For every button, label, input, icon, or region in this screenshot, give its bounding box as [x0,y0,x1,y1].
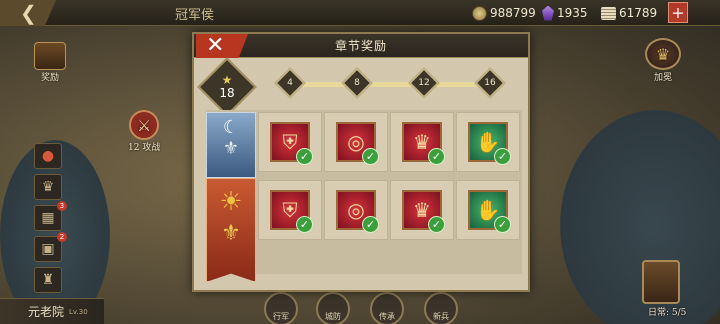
gold-eagle-banner: ☀ ⚜ [206,178,256,282]
campaign-label: 12 攻战 [128,143,161,153]
star-total: ★ 18 [206,64,248,110]
gauntlet-icon: ✋ ✓ [468,122,511,165]
crown-icon: ♛ ✓ [402,122,445,165]
check-icon: ✓ [428,148,445,165]
armor-icon: ⛨ ✓ [270,122,313,165]
armor-icon: ⛨ ✓ [270,190,313,233]
add-resource-button[interactable]: + [668,2,688,23]
ring-icon: ◎ ✓ [336,190,379,233]
reward-cell[interactable]: ◎ ✓ [324,112,388,172]
treasure-map-button[interactable]: 奖励 [34,42,66,83]
purple-gem-icon [542,5,554,21]
daily-chest-button[interactable] [642,260,680,304]
progress-track [288,82,480,87]
reward-cell[interactable]: ✋ ✓ [456,180,520,240]
side-button-resources[interactable]: ● [34,143,62,169]
silver-eagle-banner: ☾ ⚜ [206,112,256,178]
reward-cell[interactable]: ◎ ✓ [324,180,388,240]
bottom-nav-defense[interactable]: 城防 [316,292,350,324]
bottom-nav-label: 城防 [325,312,341,321]
close-icon: ✕ [206,33,225,58]
ring-icon: ◎ ✓ [336,122,379,165]
sun-icon: ☀ [219,187,243,217]
crown-label: 加冕 [653,73,672,83]
back-arrow-icon: ❮ [20,1,37,25]
gem-value: 1935 [557,6,588,20]
side-button-chest[interactable]: ▣ 2 [34,232,67,262]
senate-panel[interactable]: 元老院 Lv.30 [0,298,104,324]
silver-eagle-icon: ⚜ [222,138,240,159]
reward-cell[interactable]: ♛ ✓ [390,180,454,240]
gold-eagle-icon: ⚜ [221,221,241,246]
treasure-label: 奖励 [40,73,59,83]
scroll-counter: 61789 [601,4,657,22]
check-icon: ✓ [362,148,379,165]
crown-icon: ♛ ✓ [402,190,445,233]
side-button-film[interactable]: ▦ 3 [34,201,67,231]
sea-area [560,110,720,324]
chapter-rewards-dialog: ✕ 章节奖励 ★ 18 4 8 12 16 ☾ ⚜ ☀ ⚜ ⛨ ✓ ◎ ✓ ♛ ✓ ✋… [192,32,530,292]
check-icon: ✓ [428,216,445,233]
bottom-nav-label: 行军 [273,312,289,321]
gauntlet-icon: ✋ ✓ [468,190,511,233]
coins-icon: ● [41,148,55,164]
senate-level: Lv.30 [69,307,88,316]
star-total-value: 18 [219,86,235,100]
crossed-swords-icon: ⚔ [129,110,160,140]
top-bar: ❮ 冠军侯 988799 1935 61789 + [0,0,720,26]
reward-cell[interactable]: ♛ ✓ [390,112,454,172]
reward-cell[interactable]: ⛨ ✓ [258,180,322,240]
check-icon: ✓ [296,148,313,165]
bottom-nav-label: 新兵 [433,312,449,321]
milestone-label: 8 [354,78,360,88]
campaign-map-button[interactable]: ⚔ 12 攻战 [128,110,160,153]
check-icon: ✓ [494,148,511,165]
silver-coin-value: 988799 [490,6,536,20]
milestone-label: 12 [418,78,430,88]
bottom-nav-legacy[interactable]: 传承 [370,292,404,324]
dialog-title: 章节奖励 [334,39,387,53]
star-icon: ★ [221,73,233,87]
check-icon: ✓ [362,216,379,233]
notification-badge: 3 [57,201,67,211]
chest-small-icon: ▣ [41,241,55,257]
film-icon: ▦ [41,210,55,226]
crescent-icon: ☾ [222,117,240,138]
reward-cell[interactable]: ⛨ ✓ [258,112,322,172]
treasure-chest-icon [34,42,66,70]
silver-coin-icon [472,5,487,21]
scroll-value: 61789 [619,6,658,20]
senate-name: 元老院 [28,305,65,319]
crown-map-button[interactable]: ♛ 加冕 [645,38,681,83]
scroll-icon [601,6,616,20]
trophy-icon: ♜ [41,272,55,288]
milestone-label: 4 [287,78,293,88]
bottom-nav-label: 传承 [379,312,395,321]
check-icon: ✓ [296,216,313,233]
back-button[interactable]: ❮ [0,0,56,26]
gem-counter: 1935 [542,4,588,22]
dialog-header: ✕ 章节奖励 [194,34,528,58]
side-button-crown[interactable]: ♛ [34,174,62,200]
milestone-label: 16 [484,78,496,88]
crown-small-icon: ♛ [41,179,55,195]
bottom-nav-recruit[interactable]: 新兵 [424,292,458,324]
daily-chest-label: 日常: 5/5 [648,308,687,318]
bottom-nav-march[interactable]: 行军 [264,292,298,324]
reward-cell[interactable]: ✋ ✓ [456,112,520,172]
close-button[interactable]: ✕ [196,34,248,58]
page-title: 冠军侯 [175,8,215,23]
side-button-trophy[interactable]: ♜ [34,267,62,293]
silver-coin-counter: 988799 [472,4,536,22]
notification-badge: 2 [57,232,67,242]
check-icon: ✓ [494,216,511,233]
crown-icon: ♛ [645,38,681,70]
